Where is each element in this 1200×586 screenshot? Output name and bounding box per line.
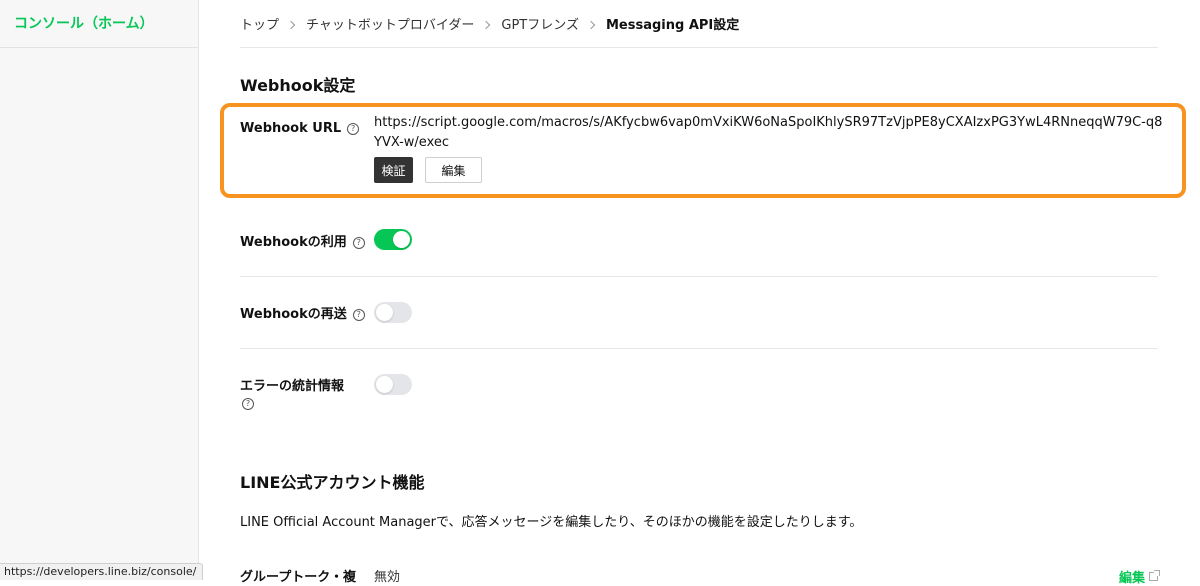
- webhook-url-value: https://script.google.com/macros/s/AKfyc…: [374, 113, 1164, 153]
- sidebar: コンソール（ホーム）: [0, 0, 199, 580]
- toggle-knob: [393, 231, 410, 248]
- edit-webhook-url-button[interactable]: 編集: [425, 157, 482, 183]
- divider: [240, 276, 1158, 277]
- help-icon[interactable]: ?: [242, 398, 254, 410]
- oa-section-description: LINE Official Account Managerで、応答メッセージを編…: [240, 511, 862, 530]
- error-stats-label-text: エラーの統計情報: [240, 379, 344, 394]
- breadcrumb-item-current: Messaging API設定: [606, 18, 739, 33]
- error-stats-toggle[interactable]: [374, 374, 412, 395]
- main-content: トップチャットボットプロバイダーGPTフレンズMessaging API設定 W…: [240, 0, 1158, 48]
- help-icon[interactable]: ?: [353, 237, 365, 249]
- sidebar-item-console-home[interactable]: コンソール（ホーム）: [0, 0, 198, 48]
- error-stats-label: エラーの統計情報: [240, 375, 344, 394]
- use-webhook-toggle[interactable]: [374, 229, 412, 250]
- breadcrumb-item-top[interactable]: トップ: [240, 18, 279, 33]
- breadcrumb-item-channel[interactable]: GPTフレンズ: [501, 18, 579, 33]
- webhook-url-label-text: Webhook URL: [240, 121, 341, 136]
- toggle-knob: [376, 376, 393, 393]
- help-icon[interactable]: ?: [353, 309, 365, 321]
- browser-status-bar: https://developers.line.biz/console/: [0, 563, 203, 580]
- verify-button[interactable]: 検証: [374, 157, 413, 183]
- webhook-redelivery-label: Webhookの再送?: [240, 303, 365, 322]
- chevron-right-icon: [287, 21, 295, 29]
- breadcrumb: トップ チャットボットプロバイダー GPTフレンズ Messaging API設定: [240, 0, 1158, 48]
- toggle-knob: [376, 304, 393, 321]
- chevron-right-icon: [587, 21, 595, 29]
- webhook-url-label: Webhook URL?: [240, 121, 359, 136]
- group-chat-value: 無効: [374, 566, 400, 585]
- webhook-section-title: Webhook設定: [240, 72, 355, 96]
- help-icon[interactable]: ?: [347, 123, 359, 135]
- use-webhook-label-text: Webhookの利用: [240, 235, 347, 250]
- group-chat-edit-link-text: 編集: [1119, 571, 1145, 586]
- oa-section-title: LINE公式アカウント機能: [240, 469, 424, 493]
- breadcrumb-item-provider[interactable]: チャットボットプロバイダー: [306, 18, 474, 33]
- group-chat-label: グループトーク・複: [240, 566, 356, 585]
- group-chat-edit-link[interactable]: 編集: [1119, 567, 1158, 586]
- webhook-redelivery-label-text: Webhookの再送: [240, 307, 347, 322]
- divider: [240, 348, 1158, 349]
- chevron-right-icon: [482, 21, 490, 29]
- webhook-redelivery-toggle[interactable]: [374, 302, 412, 323]
- use-webhook-label: Webhookの利用?: [240, 231, 365, 250]
